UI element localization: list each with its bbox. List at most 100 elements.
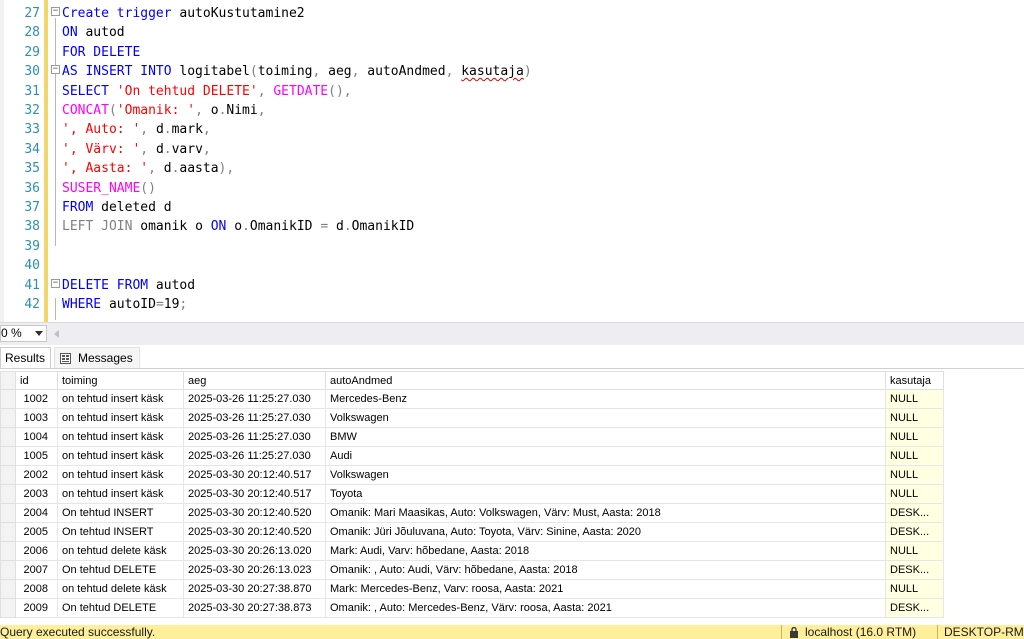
cell-toiming[interactable]: On tehtud DELETE [57,598,184,618]
cell-toiming[interactable]: on tehtud insert käsk [57,465,184,485]
cell-toiming[interactable]: On tehtud DELETE [57,560,184,580]
row-selector[interactable] [0,484,16,504]
cell-kasutaja[interactable]: NULL [885,541,944,561]
zoom-dropdown[interactable]: 0 % [0,325,47,342]
code-line[interactable]: 35 ', Aasta: ', d.aasta), [0,159,234,178]
cell-kasutaja[interactable]: NULL [885,465,944,485]
cell-id[interactable]: 2009 [15,598,58,618]
cell-toiming[interactable]: on tehtud insert käsk [57,484,184,504]
cell-id[interactable]: 2003 [15,484,58,504]
cell-autoandmed[interactable]: Volkswagen [325,408,886,428]
collapse-icon[interactable]: − [51,7,60,16]
row-selector[interactable] [0,408,16,428]
cell-aeg[interactable]: 2025-03-30 20:12:40.517 [183,484,326,504]
cell-autoandmed[interactable]: Omanik: Jüri Jõuluvana, Auto: Toyota, Vä… [325,522,886,542]
table-row[interactable]: 2009 On tehtud DELETE 2025-03-30 20:27:38.… [0,598,944,618]
row-selector[interactable] [0,389,16,409]
cell-id[interactable]: 2004 [15,503,58,523]
cell-toiming[interactable]: on tehtud insert käsk [57,389,184,409]
table-row[interactable]: 1004 on tehtud insert käsk 2025-03-26 11:2… [0,427,944,447]
cell-id[interactable]: 1002 [15,389,58,409]
cell-aeg[interactable]: 2025-03-30 20:27:38.873 [183,598,326,618]
cell-kasutaja[interactable]: DESK... [885,598,944,618]
cell-toiming[interactable]: on tehtud insert käsk [57,408,184,428]
cell-id[interactable]: 1003 [15,408,58,428]
row-selector[interactable] [0,560,16,580]
code-line[interactable]: 36 SUSER_NAME() [0,179,156,198]
row-selector[interactable] [0,427,16,447]
row-selector[interactable] [0,446,16,466]
cell-kasutaja[interactable]: DESK... [885,503,944,523]
cell-autoandmed[interactable]: Mark: Mercedes-Benz, Varv: roosa, Aasta:… [325,579,886,599]
row-selector[interactable] [0,541,16,561]
cell-aeg[interactable]: 2025-03-26 11:25:27.030 [183,408,326,428]
cell-toiming[interactable]: on tehtud insert käsk [57,446,184,466]
cell-autoandmed[interactable]: Audi [325,446,886,466]
cell-aeg[interactable]: 2025-03-30 20:26:13.020 [183,541,326,561]
cell-aeg[interactable]: 2025-03-26 11:25:27.030 [183,446,326,466]
cell-aeg[interactable]: 2025-03-30 20:12:40.520 [183,522,326,542]
tab-results[interactable]: Results [0,347,51,368]
results-grid[interactable]: id toiming aeg autoAndmed kasutaja 1002 o… [0,371,944,618]
row-selector[interactable] [0,598,16,618]
cell-toiming[interactable]: On tehtud INSERT [57,503,184,523]
table-row[interactable]: 1002 on tehtud insert käsk 2025-03-26 11:2… [0,389,944,409]
cell-kasutaja[interactable]: NULL [885,484,944,504]
code-line[interactable]: 31 SELECT 'On tehtud DELETE', GETDATE(), [0,82,351,101]
cell-autoandmed[interactable]: Volkswagen [325,465,886,485]
cell-autoandmed[interactable]: Mark: Audi, Varv: hõbedane, Aasta: 2018 [325,541,886,561]
grid-corner[interactable] [0,371,16,390]
table-row[interactable]: 1003 on tehtud insert käsk 2025-03-26 11:2… [0,408,944,428]
collapse-icon[interactable]: − [51,278,60,288]
cell-toiming[interactable]: On tehtud INSERT [57,522,184,542]
column-header-id[interactable]: id [15,371,58,390]
table-row[interactable]: 2006 on tehtud delete käsk 2025-03-30 20:2… [0,541,944,561]
table-row[interactable]: 2007 On tehtud DELETE 2025-03-30 20:26:13.… [0,560,944,580]
cell-autoandmed[interactable]: Mercedes-Benz [325,389,886,409]
cell-autoandmed[interactable]: Omanik: Mari Maasikas, Auto: Volkswagen,… [325,503,886,523]
cell-kasutaja[interactable]: DESK... [885,560,944,580]
code-line[interactable]: 28 ON autod [0,23,124,42]
cell-kasutaja[interactable]: NULL [885,579,944,599]
code-line[interactable]: 42 WHERE autoID=19; [0,295,187,314]
cell-kasutaja[interactable]: NULL [885,427,944,447]
cell-id[interactable]: 1004 [15,427,58,447]
row-selector[interactable] [0,465,16,485]
cell-kasutaja[interactable]: NULL [885,408,944,428]
cell-kasutaja[interactable]: NULL [885,389,944,409]
code-line[interactable]: 38 LEFT JOIN omanik o ON o.OmanikID = d.O… [0,217,414,236]
cell-id[interactable]: 2006 [15,541,58,561]
code-line[interactable]: 40 [0,256,40,275]
column-header-autoandmed[interactable]: autoAndmed [325,371,886,390]
collapse-icon[interactable]: − [51,65,60,75]
cell-kasutaja[interactable]: DESK... [885,522,944,542]
cell-aeg[interactable]: 2025-03-26 11:25:27.030 [183,389,326,409]
cell-id[interactable]: 2002 [15,465,58,485]
code-line[interactable]: 32 CONCAT('Omanik: ', o.Nimi, [0,101,265,120]
cell-id[interactable]: 2007 [15,560,58,580]
cell-kasutaja[interactable]: NULL [885,446,944,466]
column-header-aeg[interactable]: aeg [183,371,326,390]
scroll-left-icon[interactable] [54,330,59,338]
cell-aeg[interactable]: 2025-03-30 20:26:13.023 [183,560,326,580]
code-line[interactable]: 29 FOR DELETE [0,43,140,62]
row-selector[interactable] [0,522,16,542]
cell-id[interactable]: 1005 [15,446,58,466]
row-selector[interactable] [0,503,16,523]
column-header-kasutaja[interactable]: kasutaja [885,371,944,390]
cell-id[interactable]: 2008 [15,579,58,599]
row-selector[interactable] [0,579,16,599]
cell-autoandmed[interactable]: BMW [325,427,886,447]
cell-toiming[interactable]: on tehtud delete käsk [57,541,184,561]
sql-editor[interactable]: 27− Create trigger autoKustutamine2 28 ON a… [0,0,1024,322]
cell-toiming[interactable]: on tehtud delete käsk [57,579,184,599]
column-header-toiming[interactable]: toiming [57,371,184,390]
code-line[interactable]: 34 ', Värv: ', d.varv, [0,140,210,159]
code-line[interactable]: 30 − AS INSERT INTO logitabel(toiming, aeg… [0,62,531,81]
cell-aeg[interactable]: 2025-03-30 20:12:40.517 [183,465,326,485]
cell-aeg[interactable]: 2025-03-30 20:27:38.870 [183,579,326,599]
table-row[interactable]: 2003 on tehtud insert käsk 2025-03-30 20:1… [0,484,944,504]
cell-toiming[interactable]: on tehtud insert käsk [57,427,184,447]
code-line[interactable]: 39 [0,237,40,256]
code-line[interactable]: 27 − Create trigger autoKustutamine2 [0,4,304,23]
